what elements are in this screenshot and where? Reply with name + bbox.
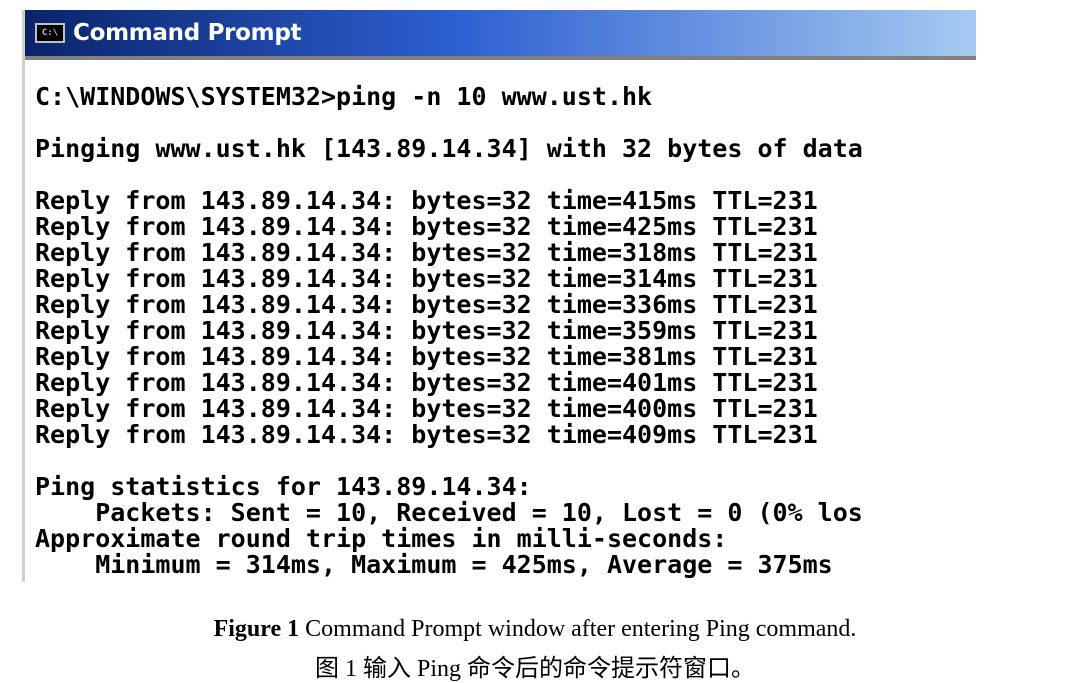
console-line: Minimum = 314ms, Maximum = 425ms, Averag… — [35, 550, 833, 579]
console-line: Reply from 143.89.14.34: bytes=32 time=3… — [35, 290, 818, 319]
console-line: Reply from 143.89.14.34: bytes=32 time=3… — [35, 238, 818, 267]
window-title: Command Prompt — [73, 20, 302, 46]
command-prompt-window: C:\ Command Prompt C:\WINDOWS\SYSTEM32>p… — [22, 10, 976, 582]
cmd-icon: C:\ — [35, 23, 65, 43]
console-line: Reply from 143.89.14.34: bytes=32 time=4… — [35, 420, 818, 449]
console-line: Pinging www.ust.hk [143.89.14.34] with 3… — [35, 134, 863, 163]
console-line: Reply from 143.89.14.34: bytes=32 time=3… — [35, 264, 818, 293]
figure-label: Figure 1 — [213, 616, 300, 642]
console-lines: C:\WINDOWS\SYSTEM32>ping -n 10 www.ust.h… — [35, 84, 863, 578]
figure-caption-text: Command Prompt window after entering Pin… — [299, 616, 857, 642]
figure-caption-en: Figure 1 Command Prompt window after ent… — [0, 616, 1070, 643]
console-line: Reply from 143.89.14.34: bytes=32 time=3… — [35, 342, 818, 371]
console-line: C:\WINDOWS\SYSTEM32>ping -n 10 www.ust.h… — [35, 82, 653, 111]
console-line: Reply from 143.89.14.34: bytes=32 time=4… — [35, 212, 818, 241]
console-line: Reply from 143.89.14.34: bytes=32 time=4… — [35, 394, 818, 423]
console-line: Packets: Sent = 10, Received = 10, Lost … — [35, 498, 863, 527]
console-line: Reply from 143.89.14.34: bytes=32 time=3… — [35, 316, 818, 345]
title-bar[interactable]: C:\ Command Prompt — [25, 10, 976, 56]
console-line: Ping statistics for 143.89.14.34: — [35, 472, 532, 501]
console-line: Approximate round trip times in milli-se… — [35, 524, 728, 553]
console-line: Reply from 143.89.14.34: bytes=32 time=4… — [35, 186, 818, 215]
figure-caption-zh: 图 1 输入 Ping 命令后的命令提示符窗口。 — [314, 656, 755, 682]
console-line: Reply from 143.89.14.34: bytes=32 time=4… — [35, 368, 818, 397]
console-output[interactable]: C:\WINDOWS\SYSTEM32>ping -n 10 www.ust.h… — [25, 56, 976, 582]
